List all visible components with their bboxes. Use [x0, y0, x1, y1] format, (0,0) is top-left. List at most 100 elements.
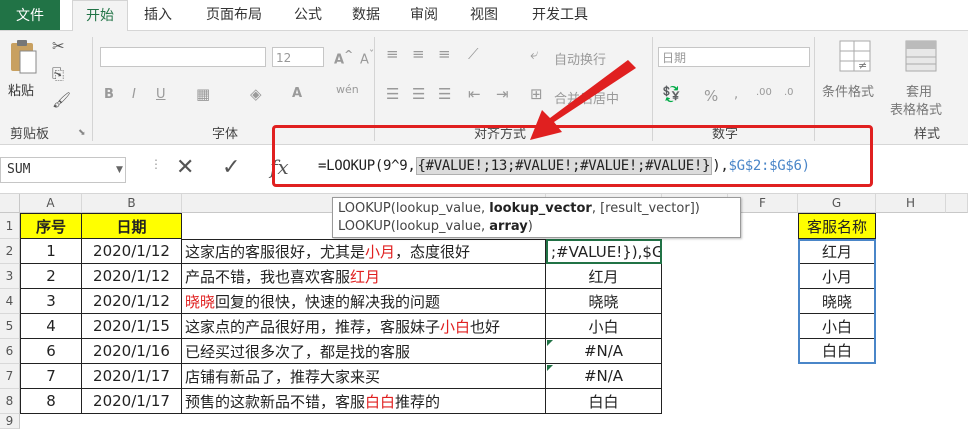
cell-c6[interactable]: 已经买过很多次了，都是找的客服: [182, 339, 546, 364]
increase-decimal-icon[interactable]: .00: [756, 87, 772, 98]
error-indicator-icon[interactable]: [547, 365, 553, 371]
format-painter-icon[interactable]: 🖌: [52, 91, 71, 109]
service-cell-g5[interactable]: 小白: [800, 314, 874, 339]
service-cell-g2[interactable]: 红月: [800, 239, 874, 264]
orientation-icon[interactable]: ⟋: [468, 45, 479, 63]
header-cell-date[interactable]: 日期: [82, 213, 182, 239]
cell-d4[interactable]: 晓晓: [546, 289, 662, 314]
name-box-dropdown-icon[interactable]: ▼: [116, 165, 123, 175]
service-cell-g4[interactable]: 晓晓: [800, 289, 874, 314]
cell-c3[interactable]: 产品不错，我也喜欢客服 红月: [182, 264, 546, 289]
cell-d7[interactable]: #N/A: [546, 364, 662, 389]
row-header-7[interactable]: 7: [0, 364, 20, 389]
cell-b8[interactable]: 2020/1/17: [82, 389, 182, 414]
align-bottom-icon[interactable]: ≡: [438, 45, 451, 63]
cell-c2[interactable]: 这家店的客服很好，尤其是 小月 ，态度很好: [182, 239, 546, 264]
tab-view[interactable]: 视图: [462, 0, 506, 30]
cell-a7[interactable]: 7: [20, 364, 82, 389]
cell-c8[interactable]: 预售的这款新品不错，客服 白白 推荐的: [182, 389, 546, 414]
drag-handle-icon[interactable]: ⋮: [150, 157, 162, 171]
file-tab[interactable]: 文件: [0, 0, 60, 30]
cell-a4[interactable]: 3: [20, 289, 82, 314]
enter-icon[interactable]: ✓: [222, 155, 240, 180]
cell-b4[interactable]: 2020/1/12: [82, 289, 182, 314]
accounting-icon[interactable]: 💱: [662, 85, 681, 103]
cell-a6[interactable]: 6: [20, 339, 82, 364]
tab-home[interactable]: 开始: [72, 0, 128, 31]
percent-icon[interactable]: %: [704, 87, 718, 105]
service-cell-g6[interactable]: 白白: [800, 339, 874, 362]
cell-a2[interactable]: 1: [20, 239, 82, 264]
cell-d8[interactable]: 白白: [546, 389, 662, 414]
column-header-next[interactable]: [946, 194, 968, 213]
font-size-combo[interactable]: 12: [272, 47, 324, 67]
header-cell-seq[interactable]: 序号: [20, 213, 82, 239]
copy-icon[interactable]: ⎘: [52, 65, 64, 83]
shrink-font-icon[interactable]: Aˇ: [360, 48, 374, 67]
format-table-icon[interactable]: [904, 39, 938, 73]
cell-b3[interactable]: 2020/1/12: [82, 264, 182, 289]
tab-review[interactable]: 审阅: [402, 0, 446, 30]
cut-icon[interactable]: ✂: [52, 37, 65, 55]
paste-button[interactable]: 粘贴: [8, 80, 34, 99]
comma-icon[interactable]: ,: [734, 87, 738, 102]
row-header-5[interactable]: 5: [0, 314, 20, 339]
row-header-4[interactable]: 4: [0, 289, 20, 314]
cell-b5[interactable]: 2020/1/15: [82, 314, 182, 339]
tab-insert[interactable]: 插入: [136, 0, 180, 30]
cell-c4[interactable]: 晓晓 回复的很快，快速的解决我的问题: [182, 289, 546, 314]
cell-b2[interactable]: 2020/1/12: [82, 239, 182, 264]
row-header-9[interactable]: 9: [0, 414, 20, 429]
cell-a8[interactable]: 8: [20, 389, 82, 414]
align-top-icon[interactable]: ≡: [386, 45, 399, 63]
cancel-icon[interactable]: ✕: [176, 155, 194, 180]
align-center-icon[interactable]: ☰: [412, 85, 425, 103]
tab-page-layout[interactable]: 页面布局: [196, 0, 272, 30]
align-left-icon[interactable]: ☰: [386, 85, 399, 103]
underline-icon[interactable]: U: [156, 87, 166, 102]
font-color-icon[interactable]: A: [292, 86, 302, 101]
tab-developer[interactable]: 开发工具: [522, 0, 598, 30]
italic-icon[interactable]: I: [132, 87, 136, 102]
tab-formulas[interactable]: 公式: [286, 0, 330, 30]
cell-d6[interactable]: #N/A: [546, 339, 662, 364]
decrease-decimal-icon[interactable]: .0: [784, 87, 794, 98]
font-family-combo[interactable]: [100, 47, 266, 67]
tab-data[interactable]: 数据: [344, 0, 388, 30]
decrease-indent-icon[interactable]: ⇤: [468, 85, 481, 103]
number-format-combo[interactable]: 日期: [658, 47, 810, 67]
phonetic-icon[interactable]: wén: [336, 83, 359, 96]
fill-color-icon[interactable]: ◈: [250, 85, 262, 103]
paste-icon[interactable]: [8, 39, 38, 77]
align-right-icon[interactable]: ☰: [438, 85, 451, 103]
row-header-3[interactable]: 3: [0, 264, 20, 289]
grow-font-icon[interactable]: A^: [334, 48, 353, 67]
bold-icon[interactable]: B: [104, 87, 114, 102]
column-header-g[interactable]: G: [798, 194, 876, 213]
cell-d2-active[interactable]: ;#VALUE!}),$G: [546, 239, 662, 264]
cell-b6[interactable]: 2020/1/16: [82, 339, 182, 364]
column-header-h[interactable]: H: [876, 194, 946, 213]
row-header-1[interactable]: 1: [0, 213, 20, 239]
service-cell-g3[interactable]: 小月: [800, 264, 874, 289]
column-header-b[interactable]: B: [82, 194, 182, 213]
cell-d5[interactable]: 小白: [546, 314, 662, 339]
row-header-6[interactable]: 6: [0, 339, 20, 364]
conditional-format-button[interactable]: 条件格式: [822, 81, 874, 100]
name-box[interactable]: SUM: [0, 157, 126, 183]
border-icon[interactable]: ▦: [196, 85, 210, 103]
select-all-corner[interactable]: [0, 194, 20, 213]
cell-b7[interactable]: 2020/1/17: [82, 364, 182, 389]
cell-a3[interactable]: 2: [20, 264, 82, 289]
format-table-button-line2[interactable]: 表格格式: [890, 99, 942, 118]
cell-c7[interactable]: 店铺有新品了，推荐大家来买: [182, 364, 546, 389]
error-indicator-icon[interactable]: [547, 340, 553, 346]
service-name-header[interactable]: 客服名称: [798, 213, 876, 239]
row-header-8[interactable]: 8: [0, 389, 20, 414]
cell-c5[interactable]: 这家点的产品很好用，推荐，客服妹子 小白 也好: [182, 314, 546, 339]
cell-d3[interactable]: 红月: [546, 264, 662, 289]
cell-a5[interactable]: 4: [20, 314, 82, 339]
format-table-button[interactable]: 套用: [906, 81, 932, 100]
conditional-format-icon[interactable]: ≠: [838, 39, 872, 73]
column-header-a[interactable]: A: [20, 194, 82, 213]
